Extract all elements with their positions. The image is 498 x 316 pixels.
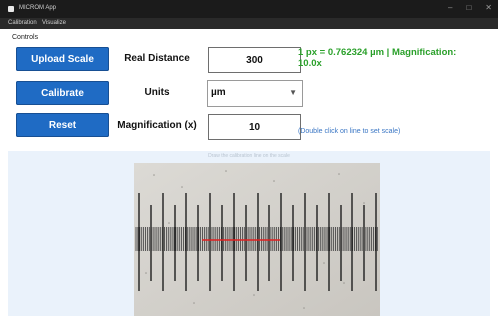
dust-speck [168,222,170,224]
dust-speck [181,186,183,188]
window-controls: – □ ✕ [448,3,492,12]
dust-speck [343,282,345,284]
reset-button[interactable]: Reset [16,113,109,137]
real-distance-label: Real Distance [124,53,190,64]
calibration-result: 1 px = 0.762324 µm | Magnification: 10.0… [298,47,457,69]
close-icon[interactable]: ✕ [485,3,492,12]
units-select[interactable]: µm ▼ [207,80,303,107]
dust-speck [145,272,147,274]
dust-speck [253,294,255,296]
image-area: Draw the calibration line on the scale [8,151,490,316]
minimize-icon[interactable]: – [448,3,452,12]
micrometer-scale-image[interactable] [134,163,380,316]
menu-item-calibration[interactable]: Calibration [8,20,37,26]
magnification-label: Magnification (x) [117,120,197,131]
window-title: MICROM App [19,5,57,11]
magnification-input[interactable]: 10 [208,114,301,140]
dust-speck [323,262,325,264]
dust-speck [273,180,275,182]
double-click-hint: (Double click on line to set scale) [298,128,401,135]
maximize-icon[interactable]: □ [466,3,471,12]
menu-bar: Calibration Visualize [0,18,498,29]
dust-speck [363,202,365,204]
chevron-down-icon[interactable]: ▼ [289,88,297,97]
dust-speck [338,173,340,175]
menu-item-visualize[interactable]: Visualize [42,20,66,26]
calibrate-button[interactable]: Calibrate [16,81,109,105]
dust-speck [225,170,227,172]
upload-scale-button[interactable]: Upload Scale [16,47,109,71]
controls-panel: Controls Upload Scale Calibrate Reset Re… [8,31,490,149]
controls-title: Controls [12,34,39,41]
dust-speck [153,174,155,176]
real-distance-input[interactable]: 300 [208,47,301,73]
app-icon [8,6,14,12]
dust-speck [303,307,305,309]
image-hint: Draw the calibration line on the scale [208,153,290,159]
units-selected-value: µm [211,87,226,98]
title-bar: MICROM App – □ ✕ [0,0,498,18]
dust-speck [193,302,195,304]
units-label: Units [144,87,170,98]
